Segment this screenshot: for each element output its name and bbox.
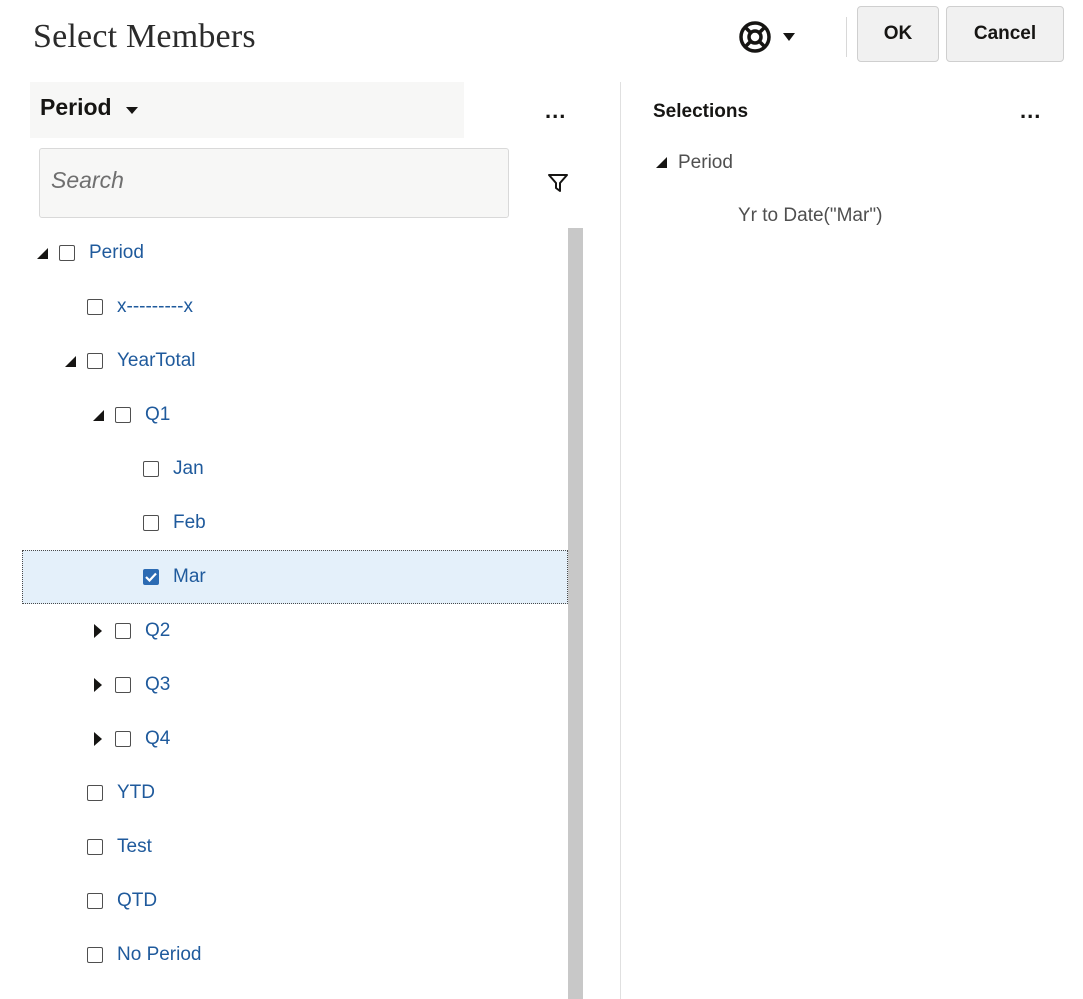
filter-icon[interactable] bbox=[547, 172, 569, 199]
tree-item-label[interactable]: Test bbox=[117, 836, 152, 858]
triangle-down-icon[interactable] bbox=[31, 247, 53, 259]
tree-item-label[interactable]: Q3 bbox=[145, 674, 170, 696]
tree-item-label[interactable]: x---------x bbox=[117, 296, 193, 318]
checkbox[interactable] bbox=[87, 893, 103, 909]
tree-item-label[interactable]: Mar bbox=[173, 566, 206, 588]
tree-row[interactable]: Test bbox=[0, 820, 567, 874]
checkbox[interactable] bbox=[87, 353, 103, 369]
tree-item-label[interactable]: Q2 bbox=[145, 620, 170, 642]
tree-item-label[interactable]: No Period bbox=[117, 944, 202, 966]
checkbox[interactable] bbox=[115, 623, 131, 639]
tree-row[interactable]: Q2 bbox=[0, 604, 567, 658]
tree-item-label[interactable]: YearTotal bbox=[117, 350, 196, 372]
tree-row[interactable]: Q4 bbox=[0, 712, 567, 766]
ok-button[interactable]: OK bbox=[857, 6, 939, 62]
cancel-button[interactable]: Cancel bbox=[946, 6, 1064, 62]
checkbox[interactable] bbox=[87, 947, 103, 963]
checkbox[interactable] bbox=[143, 515, 159, 531]
tree-row[interactable]: Q1 bbox=[0, 388, 567, 442]
tree-scrollbar[interactable] bbox=[568, 228, 583, 999]
triangle-down-icon[interactable] bbox=[87, 409, 109, 421]
tree-item-label[interactable]: Feb bbox=[173, 512, 206, 534]
checkbox-checked[interactable] bbox=[143, 569, 159, 585]
checkbox[interactable] bbox=[87, 839, 103, 855]
left-panel-more-button[interactable]: ... bbox=[545, 98, 566, 124]
selections-group-label: Period bbox=[678, 152, 733, 173]
tree-row[interactable]: Q3 bbox=[0, 658, 567, 712]
right-panel-more-button[interactable]: ... bbox=[1020, 98, 1041, 124]
tree-item-label[interactable]: Q1 bbox=[145, 404, 170, 426]
member-tree: Period x---------x YearTotal Q1 Jan Feb Mar Q2 Q… bbox=[0, 226, 568, 982]
triangle-right-icon[interactable] bbox=[87, 624, 109, 638]
toolbar-separator bbox=[846, 17, 847, 57]
checkbox[interactable] bbox=[115, 731, 131, 747]
checkbox[interactable] bbox=[59, 245, 75, 261]
chevron-down-icon bbox=[782, 32, 796, 42]
dialog-title: Select Members bbox=[33, 18, 256, 55]
triangle-down-icon bbox=[656, 152, 668, 174]
tree-item-label[interactable]: QTD bbox=[117, 890, 157, 912]
checkbox[interactable] bbox=[87, 299, 103, 315]
tree-row[interactable]: Period bbox=[0, 226, 567, 280]
tree-item-label[interactable]: Q4 bbox=[145, 728, 170, 750]
caret-down-icon bbox=[125, 106, 138, 114]
tree-row[interactable]: x---------x bbox=[0, 280, 567, 334]
tree-row[interactable]: Feb bbox=[0, 496, 567, 550]
checkbox[interactable] bbox=[115, 407, 131, 423]
triangle-down-icon[interactable] bbox=[59, 355, 81, 367]
tree-item-label[interactable]: Jan bbox=[173, 458, 204, 480]
checkbox[interactable] bbox=[115, 677, 131, 693]
tree-row[interactable]: No Period bbox=[0, 928, 567, 982]
selections-group[interactable]: Period bbox=[656, 152, 733, 174]
tree-item-label[interactable]: Period bbox=[89, 242, 144, 264]
checkbox[interactable] bbox=[87, 785, 103, 801]
tree-item-label[interactable]: YTD bbox=[117, 782, 155, 804]
help-menu-button[interactable] bbox=[738, 18, 822, 56]
tree-row[interactable]: YearTotal bbox=[0, 334, 567, 388]
selection-item: Yr to Date("Mar") bbox=[738, 205, 883, 226]
triangle-right-icon[interactable] bbox=[87, 678, 109, 692]
tree-row[interactable]: Mar bbox=[22, 550, 568, 604]
checkbox[interactable] bbox=[143, 461, 159, 477]
search-input[interactable]: Search bbox=[39, 148, 509, 218]
lifebuoy-icon bbox=[738, 20, 772, 54]
triangle-right-icon[interactable] bbox=[87, 732, 109, 746]
tree-row[interactable]: QTD bbox=[0, 874, 567, 928]
tree-row[interactable]: YTD bbox=[0, 766, 567, 820]
selections-title: Selections bbox=[653, 101, 749, 122]
tree-row[interactable]: Jan bbox=[0, 442, 567, 496]
dimension-label: Period bbox=[40, 94, 112, 120]
panel-divider bbox=[620, 82, 621, 999]
dimension-selector[interactable]: Period bbox=[40, 94, 138, 121]
